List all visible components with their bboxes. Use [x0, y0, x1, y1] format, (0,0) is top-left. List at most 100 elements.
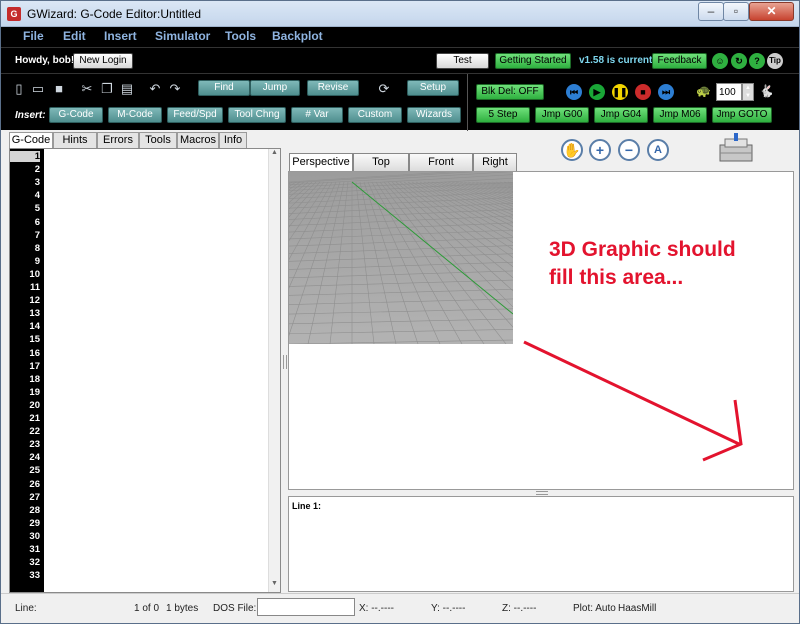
- line-number: 19: [29, 386, 40, 398]
- insert-wizards-button[interactable]: Wizards: [407, 107, 461, 123]
- new-file-icon[interactable]: ▯: [11, 81, 27, 97]
- play-icon[interactable]: ▶: [589, 84, 605, 100]
- tab-gcode[interactable]: G-Code: [9, 132, 53, 149]
- dos-file-field[interactable]: [257, 598, 355, 616]
- line-number: 16: [29, 347, 40, 359]
- tab-info[interactable]: Info: [219, 132, 247, 149]
- refresh-icon[interactable]: ↻: [731, 53, 747, 69]
- tab-macros[interactable]: Macros: [177, 132, 219, 149]
- pause-icon[interactable]: ❚❚: [612, 84, 628, 100]
- new-login-button[interactable]: New Login: [73, 53, 133, 69]
- line-number: 12: [29, 295, 40, 307]
- line-number: 10: [29, 268, 40, 280]
- stop-icon[interactable]: ■: [635, 84, 651, 100]
- speed-input[interactable]: [716, 83, 742, 101]
- setup-button[interactable]: Setup: [407, 80, 459, 96]
- status-bar: Line: 1 of 0 1 bytes DOS File: X: --.---…: [1, 593, 799, 623]
- line-number: 4: [34, 190, 40, 202]
- line-number: 21: [29, 413, 40, 424]
- annotation-text: 3D Graphic should fill this area...: [549, 236, 736, 292]
- menu-tools[interactable]: Tools: [225, 29, 256, 43]
- forum-icon[interactable]: ☺: [712, 53, 728, 69]
- minimize-button[interactable]: –: [698, 2, 724, 21]
- line-number: 17: [29, 360, 40, 372]
- speed-spinner[interactable]: ▲ ▼: [742, 83, 754, 101]
- jmp-g00-button[interactable]: Jmp G00: [535, 107, 589, 123]
- line-number: 28: [29, 504, 40, 516]
- status-line-label: Line:: [15, 603, 37, 614]
- machine-icon: [719, 133, 753, 162]
- jmp-g04-button[interactable]: Jmp G04: [594, 107, 648, 123]
- insert-mcode-button[interactable]: M-Code: [108, 107, 162, 123]
- menu-simulator[interactable]: Simulator: [155, 29, 210, 43]
- menu-insert[interactable]: Insert: [104, 29, 137, 43]
- greeting-text: Howdy, bob!: [15, 55, 75, 66]
- line-number: 13: [29, 308, 40, 320]
- horizontal-splitter[interactable]: [536, 491, 548, 495]
- getting-started-button[interactable]: Getting Started: [495, 53, 571, 69]
- cut-icon[interactable]: ✂: [79, 81, 95, 97]
- copy-icon[interactable]: ❐: [99, 81, 115, 97]
- jmp-goto-button[interactable]: Jmp GOTO: [712, 107, 772, 123]
- tab-front[interactable]: Front: [409, 153, 473, 171]
- tab-hints[interactable]: Hints: [53, 132, 97, 149]
- insert-custom-button[interactable]: Custom: [348, 107, 402, 123]
- zoom-fit-icon[interactable]: A: [647, 139, 669, 161]
- line-number: 23: [29, 439, 40, 451]
- line-number-gutter: 1 2 3 4 5 6 7 8 9 10 11 12 13 14 15 16 17 18 19 20 21 22 23 24 2…: [10, 149, 44, 592]
- line-number: 2: [34, 164, 40, 176]
- divider: [467, 74, 468, 131]
- dos-file-label: DOS File:: [213, 603, 257, 614]
- line-number: 27: [29, 491, 40, 503]
- rewind-icon[interactable]: ⏮: [566, 84, 582, 100]
- line-number: 32: [29, 557, 40, 569]
- tab-perspective[interactable]: Perspective: [289, 153, 353, 171]
- menu-edit[interactable]: Edit: [63, 29, 86, 43]
- zoom-out-icon[interactable]: −: [618, 139, 640, 161]
- revise-button[interactable]: Revise: [307, 80, 359, 96]
- step-button[interactable]: 5 Step: [476, 107, 530, 123]
- insert-toolchng-button[interactable]: Tool Chng: [228, 107, 286, 123]
- tip-button[interactable]: Tip: [767, 53, 783, 69]
- close-button[interactable]: ✕: [749, 2, 794, 21]
- line-number: 14: [29, 321, 40, 333]
- insert-feedspd-button[interactable]: Feed/Spd: [167, 107, 223, 123]
- redo-icon[interactable]: ↷: [167, 81, 183, 97]
- tab-right[interactable]: Right: [473, 153, 517, 171]
- tab-errors[interactable]: Errors: [97, 132, 139, 149]
- tab-top[interactable]: Top: [353, 153, 409, 171]
- blk-del-button[interactable]: Blk Del: OFF: [476, 84, 544, 100]
- tool-panel: ▯ ▭ ■ ✂ ❐ ▤ ↶ ↷ Find Jump Revise ⟳ Setup…: [1, 73, 799, 131]
- undo-icon[interactable]: ↶: [147, 81, 163, 97]
- editor-scrollbar[interactable]: ▲ ▼: [268, 149, 280, 592]
- line-number: 3: [34, 177, 40, 189]
- pan-hand-icon[interactable]: ✋: [561, 139, 583, 161]
- line-number: 9: [34, 255, 40, 267]
- reload-icon[interactable]: ⟳: [376, 81, 392, 97]
- insert-gcode-button[interactable]: G-Code: [49, 107, 103, 123]
- save-icon[interactable]: ■: [51, 81, 67, 97]
- maximize-button[interactable]: ▫: [723, 2, 749, 21]
- jump-button[interactable]: Jump: [250, 80, 300, 96]
- paste-icon[interactable]: ▤: [119, 81, 135, 97]
- zoom-in-icon[interactable]: +: [589, 139, 611, 161]
- line-number: 5: [34, 203, 40, 215]
- jmp-m06-button[interactable]: Jmp M06: [653, 107, 707, 123]
- status-x: X: --.----: [359, 603, 394, 614]
- line-number: 1: [10, 151, 40, 162]
- 3d-view[interactable]: 3D Graphic should fill this area...: [288, 171, 794, 490]
- find-button[interactable]: Find: [198, 80, 250, 96]
- menu-file[interactable]: File: [23, 29, 44, 43]
- feedback-button[interactable]: Feedback: [652, 53, 707, 69]
- menu-backplot[interactable]: Backplot: [272, 29, 323, 43]
- fast-forward-icon[interactable]: ⏭: [658, 84, 674, 100]
- open-folder-icon[interactable]: ▭: [30, 81, 46, 97]
- tab-tools[interactable]: Tools: [139, 132, 177, 149]
- gcode-editor[interactable]: 1 2 3 4 5 6 7 8 9 10 11 12 13 14 15 16 17 18 19 20 21 22 23 24 2…: [9, 148, 281, 593]
- status-plot: Plot: Auto: [573, 603, 616, 614]
- insert-var-button[interactable]: # Var: [291, 107, 343, 123]
- test-button[interactable]: Test: [436, 53, 489, 69]
- help-icon[interactable]: ?: [749, 53, 765, 69]
- status-position: 1 of 0: [134, 603, 160, 614]
- line-number: 29: [29, 517, 40, 529]
